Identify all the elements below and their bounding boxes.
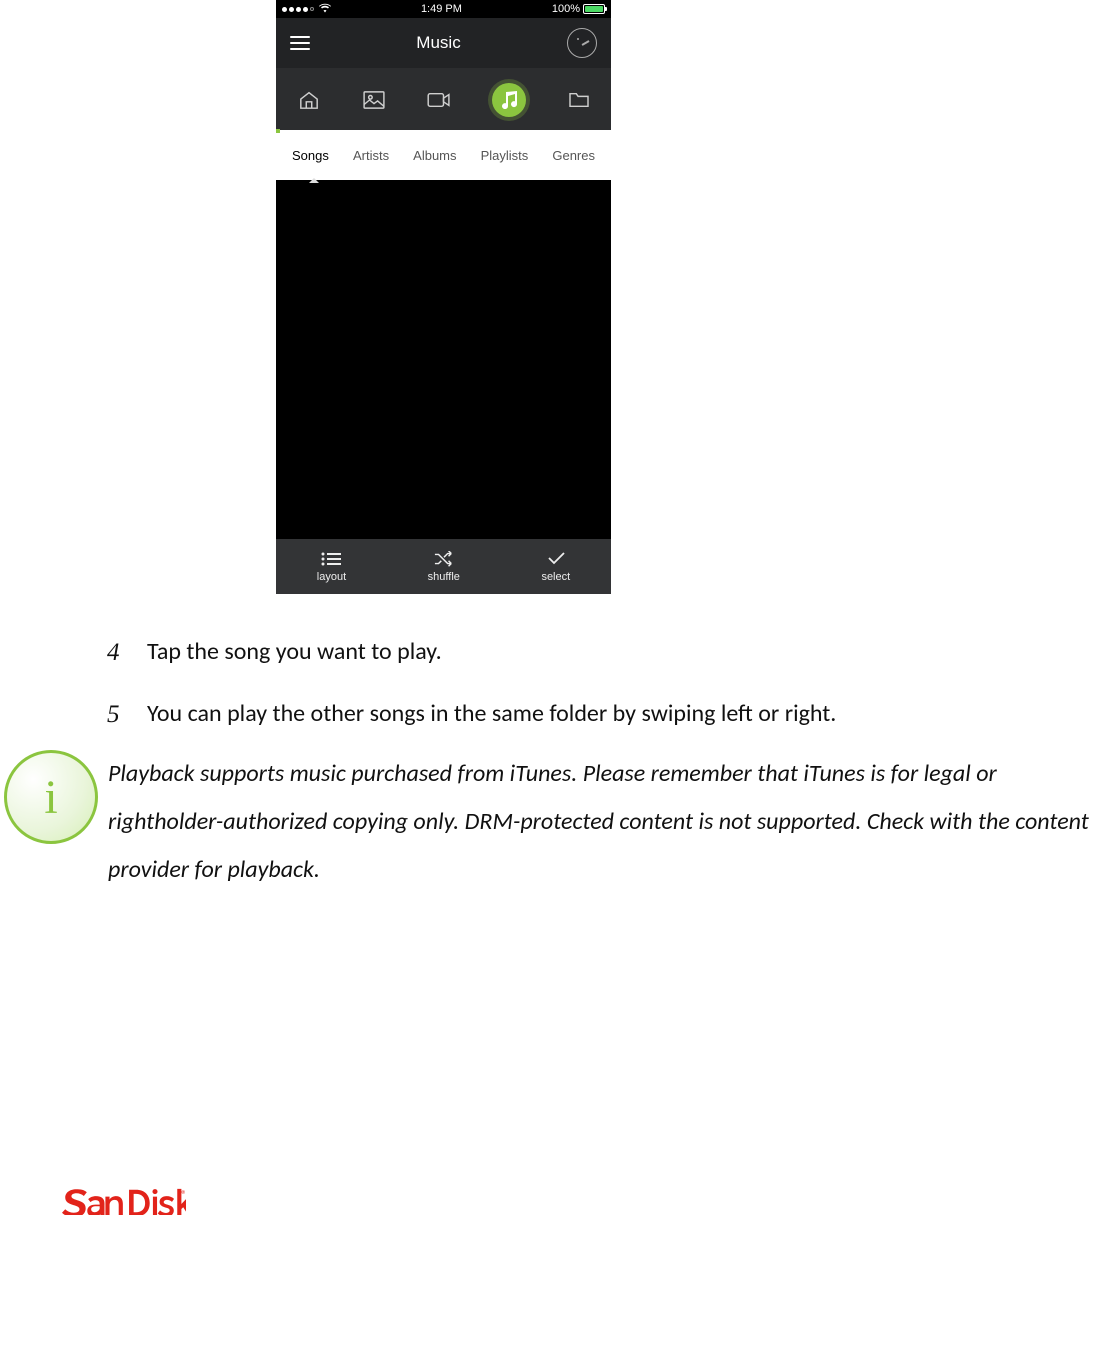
select-button[interactable]: select xyxy=(541,551,570,583)
battery-percent: 100% xyxy=(552,3,580,15)
step-text: You can play the other songs in the same… xyxy=(147,696,836,734)
info-note: i Playback supports music purchased from… xyxy=(0,750,1116,894)
step-5: 5 You can play the other songs in the sa… xyxy=(107,696,1087,734)
select-icon xyxy=(546,551,566,567)
battery-icon xyxy=(583,4,605,14)
phone-screenshot: 1:49 PM 100% Music Songs Artists xyxy=(276,0,611,594)
info-note-text: Playback supports music purchased from i… xyxy=(108,750,1108,894)
status-time: 1:49 PM xyxy=(421,3,462,15)
nav-bar: Music xyxy=(276,18,611,68)
instruction-steps: 4 Tap the song you want to play. 5 You c… xyxy=(107,634,1087,757)
wifi-icon xyxy=(319,3,331,16)
menu-icon[interactable] xyxy=(290,36,310,50)
home-icon[interactable] xyxy=(297,90,321,110)
nav-title: Music xyxy=(416,33,460,53)
step-4: 4 Tap the song you want to play. xyxy=(107,634,1087,672)
bottom-toolbar: layout shuffle select xyxy=(276,539,611,594)
media-type-row xyxy=(276,68,611,130)
shuffle-icon xyxy=(434,551,454,567)
sandisk-logo: R xyxy=(62,1187,186,1222)
shuffle-label: shuffle xyxy=(428,571,460,583)
select-label: select xyxy=(541,571,570,583)
tab-albums[interactable]: Albums xyxy=(413,148,456,163)
tab-playlists[interactable]: Playlists xyxy=(481,148,529,163)
tab-songs[interactable]: Songs xyxy=(292,148,329,163)
layout-label: layout xyxy=(317,571,346,583)
song-list-area[interactable] xyxy=(276,183,611,539)
dashboard-button[interactable] xyxy=(567,28,597,58)
status-bar: 1:49 PM 100% xyxy=(276,0,611,18)
photo-icon[interactable] xyxy=(362,90,386,110)
info-icon: i xyxy=(4,750,98,844)
tab-artists[interactable]: Artists xyxy=(353,148,389,163)
progress-indicator xyxy=(276,129,280,133)
folder-icon[interactable] xyxy=(567,90,591,110)
step-number: 5 xyxy=(107,696,125,734)
step-text: Tap the song you want to play. xyxy=(147,634,442,672)
shuffle-button[interactable]: shuffle xyxy=(428,551,460,583)
step-number: 4 xyxy=(107,634,125,672)
layout-icon xyxy=(321,551,341,567)
video-icon[interactable] xyxy=(427,90,451,110)
signal-dots-icon xyxy=(282,7,314,12)
svg-text:R: R xyxy=(182,1192,184,1194)
music-icon[interactable] xyxy=(492,83,526,117)
layout-button[interactable]: layout xyxy=(317,551,346,583)
music-tabs: Songs Artists Albums Playlists Genres xyxy=(276,130,611,180)
tab-genres[interactable]: Genres xyxy=(552,148,595,163)
